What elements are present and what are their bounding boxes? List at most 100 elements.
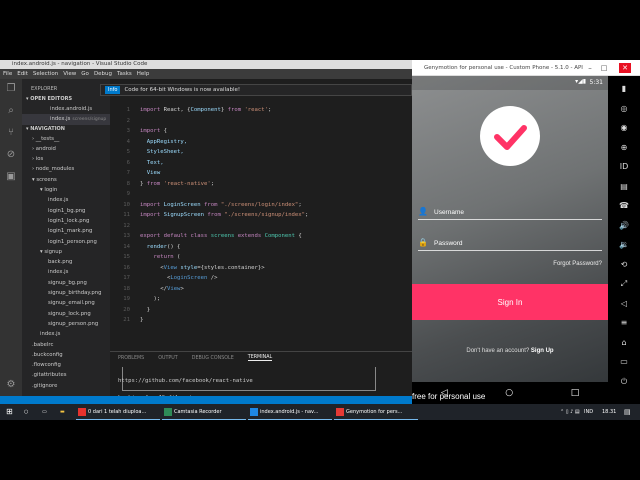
tree-item[interactable]: .babelrc (22, 340, 110, 350)
project-header[interactable]: ▾ NAVIGATION (22, 125, 110, 134)
menu-item-go[interactable]: Go (81, 71, 89, 77)
open-editor-name: index.js (50, 116, 71, 123)
tree-item[interactable]: signup_person.png (22, 319, 110, 329)
tree-item[interactable]: signup_email.png (22, 298, 110, 308)
tree-item[interactable]: ▾ signup (22, 247, 110, 257)
tree-item[interactable]: index.js (22, 195, 110, 205)
tree-item[interactable]: › ios (22, 154, 110, 164)
menu-item-edit[interactable]: Edit (17, 71, 28, 77)
menu-icon[interactable]: ≡ (617, 318, 631, 330)
files-icon[interactable]: ❐ (5, 83, 17, 95)
webcam-icon[interactable]: ◉ (617, 123, 631, 135)
phone-icon[interactable]: ☎ (617, 201, 631, 213)
tree-item[interactable]: back.png (22, 257, 110, 267)
task-view-icon[interactable]: ▭ (38, 404, 54, 420)
password-input[interactable] (434, 237, 598, 249)
open-editor-item[interactable]: index.android.js (22, 104, 110, 114)
menu-item-debug[interactable]: Debug (94, 71, 112, 77)
code-line: 17 <LoginScreen /> (110, 273, 412, 284)
open-editor-item[interactable]: index.js screens/signup (22, 114, 110, 125)
taskbar-item-label: index.android.js - nav... (260, 409, 319, 415)
tree-item[interactable]: signup_bg.png (22, 278, 110, 288)
tree-item[interactable]: .flowconfig (22, 360, 110, 370)
taskbar-clock[interactable]: 18.31 (602, 409, 616, 415)
tree-item[interactable]: login1_mark.png (22, 226, 110, 236)
search-icon[interactable]: ○ (20, 404, 36, 420)
minimize-button[interactable]: – (584, 63, 596, 73)
source-control-icon[interactable]: ⑂ (5, 127, 17, 139)
tree-item[interactable]: › node_modules (22, 164, 110, 174)
tree-item[interactable]: login1_lock.png (22, 216, 110, 226)
notifications-icon[interactable]: ▤ (624, 408, 631, 416)
disk-icon[interactable]: ▤ (617, 182, 631, 194)
tree-item[interactable]: › android (22, 144, 110, 154)
tab-problems[interactable]: PROBLEMS (118, 356, 144, 361)
start-button[interactable]: ⊞ (2, 404, 18, 420)
phone-clock: 5:31 (589, 79, 603, 86)
volume-up-icon[interactable]: 🔊 (617, 221, 631, 233)
tab-output[interactable]: OUTPUT (158, 356, 178, 361)
signal-icon: ▾◢▮ (575, 78, 586, 85)
menu-item-view[interactable]: View (63, 71, 76, 77)
gps-icon[interactable]: ◎ (617, 104, 631, 116)
line-number: 3 (126, 128, 130, 134)
taskbar-item[interactable]: Camtasia Recorder (162, 404, 246, 420)
tree-item[interactable]: ▾ login (22, 185, 110, 195)
menu-item-selection[interactable]: Selection (33, 71, 58, 77)
code-token: 'react-native' (163, 180, 211, 187)
tree-item[interactable]: login1_bg.png (22, 206, 110, 216)
tree-item[interactable]: login1_person.png (22, 237, 110, 247)
tree-item[interactable]: .buckconfig (22, 350, 110, 360)
maximize-button[interactable]: □ (598, 63, 610, 73)
remote-icon[interactable]: ⊕ (617, 143, 631, 155)
code-token: Component (264, 233, 299, 239)
rotate-icon[interactable]: ⟲ (617, 260, 631, 272)
tree-item[interactable]: index.js (22, 329, 110, 339)
file-explorer-icon[interactable]: ▬ (56, 404, 72, 420)
search-icon[interactable]: ⌕ (5, 105, 17, 117)
extensions-icon[interactable]: ▣ (5, 171, 17, 183)
recent-icon[interactable]: ▭ (617, 357, 631, 369)
menu-item-tasks[interactable]: Tasks (117, 71, 132, 77)
tree-item[interactable]: .gitattributes (22, 370, 110, 380)
tree-item[interactable]: signup_lock.png (22, 309, 110, 319)
gear-icon[interactable]: ⚙ (5, 379, 17, 391)
tree-item[interactable]: › __tests__ (22, 134, 110, 144)
sign-up-link[interactable]: Sign Up (531, 348, 554, 354)
code-token: style (180, 264, 198, 271)
info-notification: Info Code for 64-bit Windows is now avai… (100, 84, 412, 96)
open-editors-header[interactable]: ▾ OPEN EDITORS (22, 95, 110, 104)
home-icon[interactable]: ⌂ (617, 338, 631, 350)
language-indicator[interactable]: IND (584, 409, 593, 415)
menu-item-help[interactable]: Help (137, 71, 150, 77)
panel-tabs: PROBLEMS OUTPUT DEBUG CONSOLE TERMINAL (110, 352, 412, 364)
tree-item[interactable]: index.js (22, 267, 110, 277)
app-logo (480, 106, 540, 166)
battery-icon[interactable]: ▮ (617, 84, 631, 96)
line-number: 18 (123, 285, 130, 292)
menu-item-file[interactable]: File (3, 71, 12, 77)
tab-debug-console[interactable]: DEBUG CONSOLE (192, 356, 234, 361)
code-line: 13 export default class screens extends C… (110, 231, 412, 242)
taskbar-item[interactable]: index.android.js - nav... (248, 404, 332, 420)
scale-icon[interactable]: ⤢ (617, 279, 631, 291)
tree-item[interactable]: signup_birthday.png (22, 288, 110, 298)
app-icon (78, 408, 86, 416)
taskbar-item[interactable]: 0 dari 1 telah diuploa... (76, 404, 160, 420)
id-icon[interactable]: ID (617, 162, 631, 174)
taskbar-item[interactable]: Genymotion for pers... (334, 404, 418, 420)
tab-terminal[interactable]: TERMINAL (247, 355, 273, 361)
back-icon[interactable]: ◁ (617, 299, 631, 311)
code-token: < (140, 275, 171, 281)
volume-down-icon[interactable]: 🔉 (617, 240, 631, 252)
tray-icons[interactable]: ⌃ ▯ ♪ ▤ (560, 409, 580, 415)
tree-item[interactable]: .gitignore (22, 381, 110, 391)
power-icon[interactable]: ⏻ (617, 377, 631, 389)
close-button[interactable]: ✕ (619, 63, 631, 73)
tree-item[interactable]: ▾ screens (22, 175, 110, 185)
forgot-password-link[interactable]: Forgot Password? (553, 261, 602, 267)
debug-icon[interactable]: ⊘ (5, 149, 17, 161)
sign-in-button[interactable]: Sign In (412, 284, 608, 320)
code-editor[interactable]: 1 import React, {Component} from 'react';… (110, 79, 412, 351)
username-input[interactable] (434, 206, 598, 218)
